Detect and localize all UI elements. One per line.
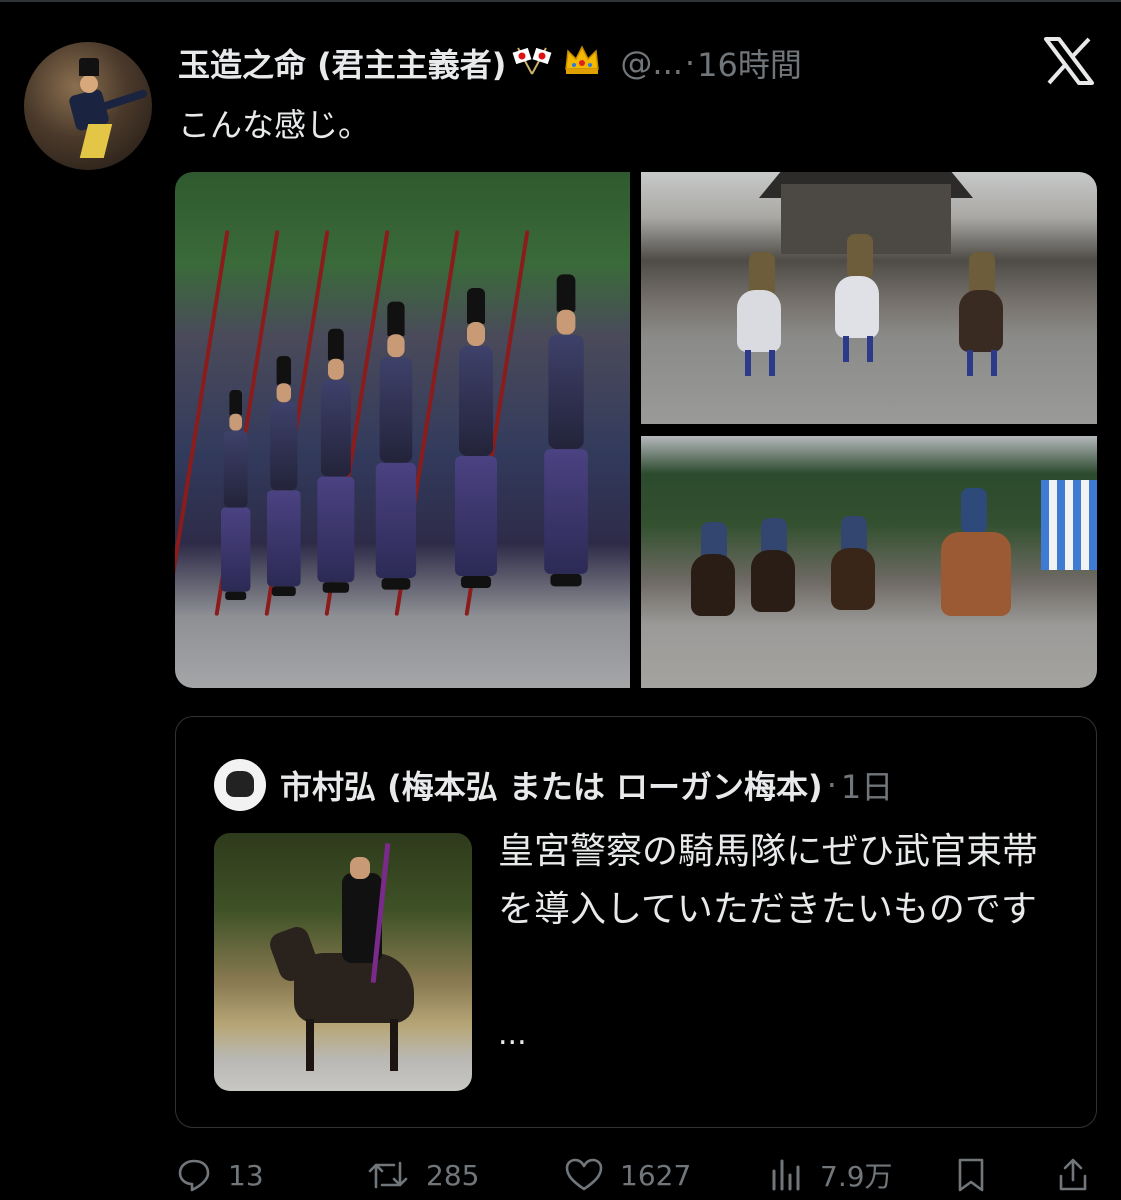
share-icon xyxy=(1056,1156,1090,1194)
views-icon xyxy=(770,1157,804,1193)
post-text: こんな感じ。 xyxy=(178,106,371,144)
author-handle[interactable]: @... xyxy=(620,44,683,82)
share-button[interactable] xyxy=(1056,1150,1090,1200)
separator-dot: · xyxy=(684,44,696,82)
media-photo-archers[interactable] xyxy=(175,172,630,688)
x-logo-icon[interactable] xyxy=(1042,36,1096,86)
media-photo-parade-riders[interactable] xyxy=(641,436,1097,688)
quoted-post-header: 市村弘 (梅本弘 または ローガン梅本) · 1日 xyxy=(280,759,893,811)
like-icon xyxy=(564,1157,604,1193)
post-timestamp[interactable]: 16時間 xyxy=(697,40,802,86)
quoted-media-thumbnail[interactable] xyxy=(214,833,472,1091)
action-bar: 13 285 1627 7.9万 xyxy=(0,1150,1121,1200)
repost-count: 285 xyxy=(426,1158,480,1192)
crown-icon xyxy=(562,43,602,83)
quoted-post-text: 皇宮警察の騎馬隊にぜひ武官束帯を導入していただきたいものです xyxy=(498,831,1039,930)
quoted-post-card[interactable]: 市村弘 (梅本弘 または ローガン梅本) · 1日 皇宮警察の騎馬隊にぜひ武官束… xyxy=(175,716,1097,1128)
views-button[interactable]: 7.9万 xyxy=(770,1150,893,1200)
crossed-flags-icon xyxy=(512,46,552,80)
like-count: 1627 xyxy=(620,1158,692,1192)
repost-icon xyxy=(366,1157,410,1193)
quoted-separator-dot: · xyxy=(826,766,837,804)
quoted-post-timestamp[interactable]: 1日 xyxy=(841,762,893,808)
reply-icon xyxy=(176,1157,212,1193)
top-divider xyxy=(0,0,1121,2)
quoted-post-ellipsis: ... xyxy=(498,1017,527,1052)
views-count: 7.9万 xyxy=(820,1160,893,1193)
reply-button[interactable]: 13 xyxy=(176,1150,264,1200)
author-avatar[interactable] xyxy=(24,42,152,170)
post-header: 玉造之命 (君主主義者) @... · 16時間 xyxy=(178,38,802,88)
bookmark-icon xyxy=(956,1157,986,1193)
like-button[interactable]: 1627 xyxy=(564,1150,691,1200)
quoted-author-avatar[interactable] xyxy=(214,759,266,811)
bookmark-button[interactable] xyxy=(956,1150,986,1200)
repost-button[interactable]: 285 xyxy=(366,1150,479,1200)
media-photo-gate-riders[interactable] xyxy=(641,172,1097,424)
media-grid xyxy=(175,172,1097,688)
reply-count: 13 xyxy=(228,1158,264,1192)
author-display-name[interactable]: 玉造之命 (君主主義者) xyxy=(178,40,506,86)
quoted-author-display-name[interactable]: 市村弘 (梅本弘 または ローガン梅本) xyxy=(280,762,823,808)
